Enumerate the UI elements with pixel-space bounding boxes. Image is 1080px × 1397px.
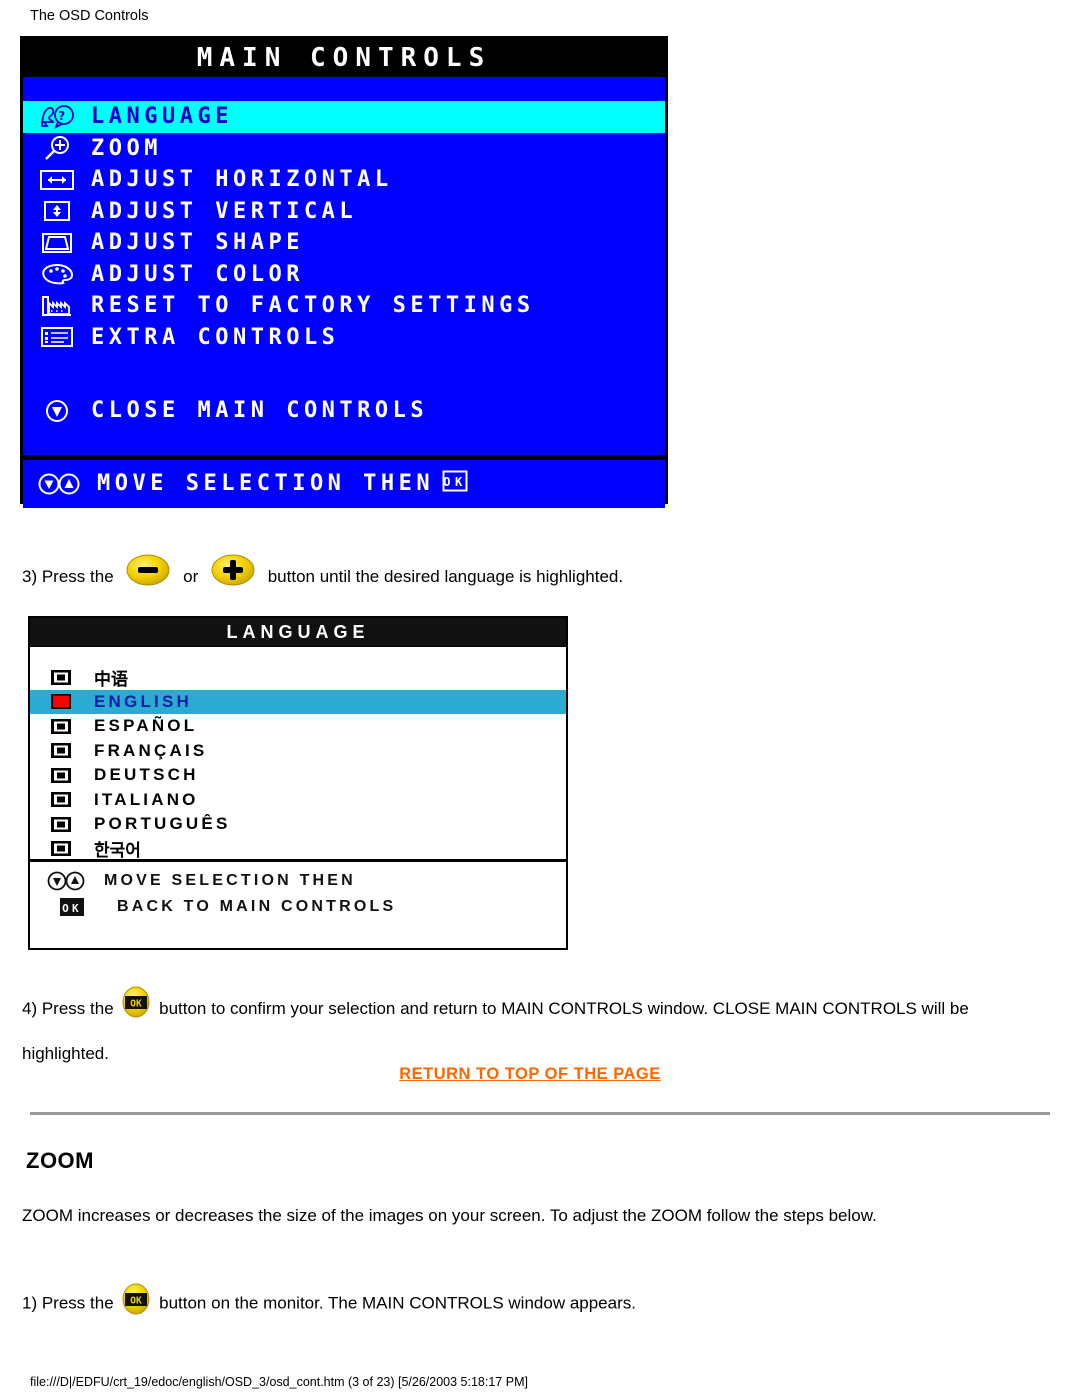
osd-blank-gap xyxy=(23,353,665,395)
radio-unselected-icon xyxy=(48,791,74,809)
ok-button-icon[interactable]: OK xyxy=(121,1282,151,1326)
main-controls-item-label: ADJUST VERTICAL xyxy=(91,198,358,224)
main-controls-item-zoom[interactable]: ZOOM xyxy=(23,133,665,165)
main-controls-osd-panel: MAIN CONTROLS ? LANGUAGE ZOOM ADJUST HOR… xyxy=(20,36,668,508)
zoom-section-heading: ZOOM xyxy=(26,1148,94,1173)
plus-button-icon[interactable] xyxy=(209,553,257,602)
step-4-instruction: 4) Press the OK button to confirm your s… xyxy=(22,985,1057,1074)
language-osd-panel: LANGUAGE 中语 ENGLISH ESPAÑOL FRANÇAIS DEU… xyxy=(28,616,568,950)
face-question-icon: ? xyxy=(37,104,77,130)
main-controls-footer-hint: MOVE SELECTION THEN OK xyxy=(23,459,665,508)
language-osd-footer: MOVE SELECTION THEN OK BACK TO MAIN CONT… xyxy=(30,862,566,924)
language-item-label: DEUTSCH xyxy=(94,765,199,785)
language-item-english[interactable]: ENGLISH xyxy=(30,689,566,714)
main-controls-item-close[interactable]: CLOSE MAIN CONTROLS xyxy=(23,395,665,427)
main-controls-item-reset-factory[interactable]: RESET TO FACTORY SETTINGS xyxy=(23,290,665,322)
vertical-arrows-icon xyxy=(37,198,77,224)
radio-unselected-icon xyxy=(48,815,74,833)
language-item-spanish[interactable]: ESPAÑOL xyxy=(30,714,566,739)
language-item-label: PORTUGUÊS xyxy=(94,814,231,834)
language-item-label: 中语 xyxy=(94,669,128,690)
language-item-chinese[interactable]: 中语 xyxy=(30,665,566,690)
radio-unselected-icon xyxy=(48,766,74,784)
main-controls-list: ? LANGUAGE ZOOM ADJUST HORIZONTAL ADJUST… xyxy=(23,77,665,455)
step-4-text-before: 4) Press the xyxy=(22,998,114,1018)
radio-unselected-icon xyxy=(48,840,74,858)
page-footer-path: file:///D|/EDFU/crt_19/edoc/english/OSD_… xyxy=(30,1375,528,1389)
main-controls-item-label: ADJUST COLOR xyxy=(91,261,304,287)
return-to-top-link[interactable]: RETURN TO TOP OF THE PAGE xyxy=(399,1065,661,1083)
language-item-french[interactable]: FRANÇAIS xyxy=(30,739,566,764)
radio-selected-icon xyxy=(48,693,74,711)
language-item-label: FRANÇAIS xyxy=(94,740,208,760)
down-arrow-circle-icon xyxy=(37,398,77,424)
list-icon xyxy=(37,324,77,350)
language-osd-list: 中语 ENGLISH ESPAÑOL FRANÇAIS DEUTSCH ITAL… xyxy=(30,646,566,862)
step-3-text-before: 3) Press the xyxy=(22,566,114,586)
color-palette-icon xyxy=(37,261,77,287)
minus-button-icon[interactable] xyxy=(124,553,172,602)
svg-text:?: ? xyxy=(58,109,69,123)
language-item-label: ITALIANO xyxy=(94,789,199,809)
osd-top-spacer xyxy=(23,77,665,101)
horizontal-arrows-icon xyxy=(37,167,77,193)
language-item-korean[interactable]: 한국어 xyxy=(30,837,566,862)
zoom-step-1-text-before: 1) Press the xyxy=(22,1293,114,1313)
main-controls-item-adjust-vertical[interactable]: ADJUST VERTICAL xyxy=(23,196,665,228)
language-footer-move-selection: MOVE SELECTION THEN xyxy=(46,868,566,894)
svg-text:OK: OK xyxy=(131,1296,143,1307)
step-3-instruction: 3) Press the or button until the desired… xyxy=(22,553,1052,602)
language-item-label: ESPAÑOL xyxy=(94,716,198,736)
move-selection-arrows-icon xyxy=(37,471,83,497)
language-item-label: 한국어 xyxy=(94,841,141,862)
main-controls-item-language[interactable]: ? LANGUAGE xyxy=(23,101,665,133)
main-controls-item-label: ADJUST SHAPE xyxy=(91,230,304,256)
main-controls-item-label: ADJUST HORIZONTAL xyxy=(91,167,393,193)
language-footer-label: MOVE SELECTION THEN xyxy=(104,872,356,889)
document-page: The OSD Controls MAIN CONTROLS ? LANGUAG… xyxy=(0,0,1080,1397)
main-controls-item-label: RESET TO FACTORY SETTINGS xyxy=(91,293,535,319)
zoom-step-1-instruction: 1) Press the OK button on the monitor. T… xyxy=(22,1282,1052,1326)
svg-text:OK: OK xyxy=(62,902,82,915)
radio-unselected-icon xyxy=(48,668,74,686)
magnifier-plus-icon xyxy=(37,135,77,161)
zoom-section-paragraph: ZOOM increases or decreases the size of … xyxy=(22,1206,877,1225)
main-controls-item-label: CLOSE MAIN CONTROLS xyxy=(91,398,429,424)
running-head: The OSD Controls xyxy=(30,8,149,24)
main-controls-item-label: EXTRA CONTROLS xyxy=(91,324,340,350)
return-to-top-link-wrap: RETURN TO TOP OF THE PAGE xyxy=(0,1065,1060,1084)
language-item-portuguese[interactable]: PORTUGUÊS xyxy=(30,812,566,837)
ok-box-icon: OK xyxy=(442,470,468,498)
main-controls-item-adjust-shape[interactable]: ADJUST SHAPE xyxy=(23,227,665,259)
language-item-german[interactable]: DEUTSCH xyxy=(30,763,566,788)
move-selection-arrows-icon xyxy=(46,871,94,891)
main-controls-footer-label: MOVE SELECTION THEN xyxy=(97,471,435,496)
main-controls-title: MAIN CONTROLS xyxy=(23,39,665,77)
step-4-text-after: button to confirm your selection and ret… xyxy=(22,998,969,1063)
radio-unselected-icon xyxy=(48,717,74,735)
language-item-italian[interactable]: ITALIANO xyxy=(30,788,566,813)
main-controls-item-adjust-color[interactable]: ADJUST COLOR xyxy=(23,259,665,291)
osd-bottom-spacer xyxy=(23,426,665,455)
ok-button-icon[interactable]: OK xyxy=(121,985,151,1034)
step-3-text-middle: or xyxy=(183,566,199,586)
horizontal-rule xyxy=(30,1112,1050,1115)
zoom-step-1-text-after: button on the monitor. The MAIN CONTROLS… xyxy=(159,1293,636,1313)
ok-box-icon: OK xyxy=(46,897,107,917)
language-osd-title: LANGUAGE xyxy=(30,618,566,646)
language-footer-label: BACK TO MAIN CONTROLS xyxy=(117,898,397,915)
main-controls-item-label: ZOOM xyxy=(91,135,162,161)
svg-text:OK: OK xyxy=(131,999,143,1010)
radio-unselected-icon xyxy=(48,742,74,760)
factory-icon xyxy=(37,293,77,319)
language-item-label: ENGLISH xyxy=(94,691,192,711)
step-3-text-after: button until the desired language is hig… xyxy=(267,566,624,586)
svg-text:OK: OK xyxy=(443,475,466,489)
main-controls-item-label: LANGUAGE xyxy=(91,104,233,130)
language-footer-back-to-main: OK BACK TO MAIN CONTROLS xyxy=(46,894,566,920)
main-controls-item-adjust-horizontal[interactable]: ADJUST HORIZONTAL xyxy=(23,164,665,196)
main-controls-item-extra-controls[interactable]: EXTRA CONTROLS xyxy=(23,322,665,354)
trapezoid-shape-icon xyxy=(37,230,77,256)
